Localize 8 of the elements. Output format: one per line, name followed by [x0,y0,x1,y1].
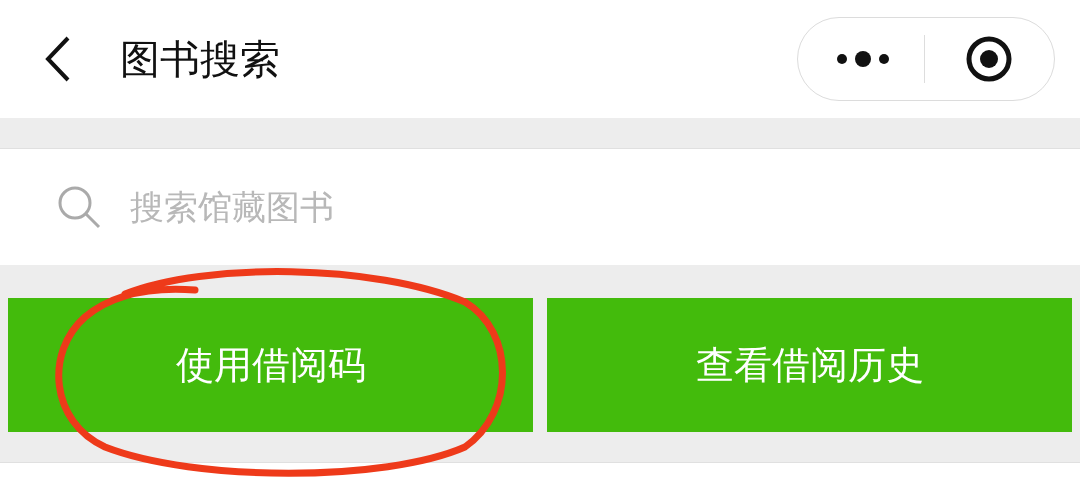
search-icon [56,184,102,230]
page-title: 图书搜索 [120,35,280,84]
more-icon[interactable] [836,51,890,67]
search-bar[interactable]: 搜索馆藏图书 [0,148,1080,265]
action-button[interactable]: 使用借阅码 [8,298,533,432]
close-icon[interactable] [965,35,1013,83]
search-field[interactable]: 搜索馆藏图书 [130,181,1080,233]
action-button[interactable]: 查看借阅历史 [547,298,1072,432]
